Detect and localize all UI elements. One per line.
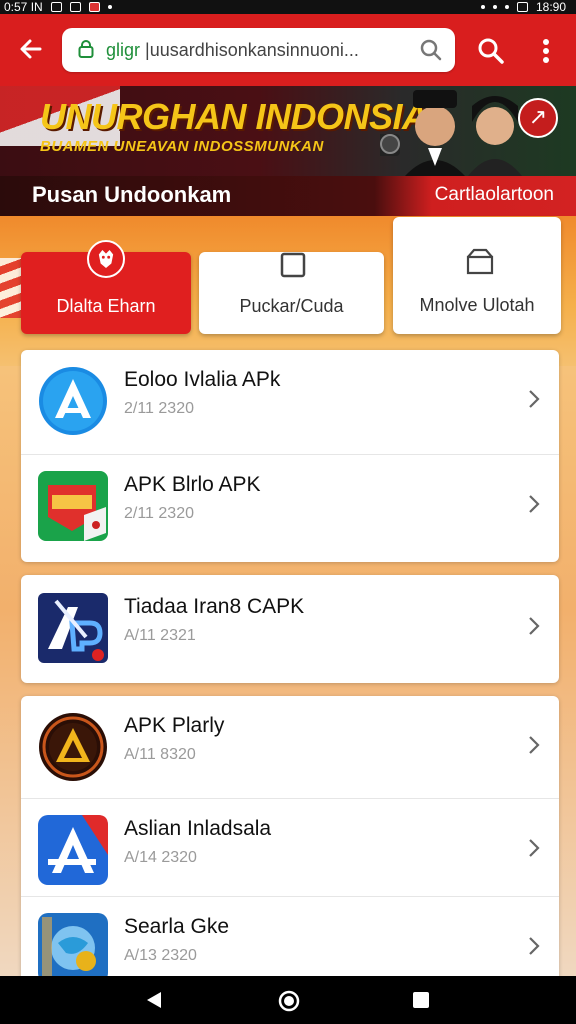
app-notification-icon: [88, 2, 100, 12]
square-icon: [280, 252, 306, 278]
app-list-item[interactable]: Eoloo Ivlalia APk 2/11 2320: [21, 350, 559, 450]
navy-ap-icon: [38, 593, 108, 663]
tab-puckar-cuda[interactable]: Puckar/Cuda: [199, 252, 384, 334]
chevron-right-icon: [529, 390, 540, 408]
url-text: gligr |uusardhisonkansinnuoni...: [106, 28, 409, 72]
app-name: Searla Gke: [124, 915, 230, 938]
tab-label: Puckar/Cuda: [239, 296, 344, 316]
battery-icon: [516, 2, 528, 12]
nav-home-icon[interactable]: [278, 990, 300, 1012]
status-bar: 0:57 IN 18:90: [0, 0, 576, 14]
app-list-item[interactable]: Aslian Inladsala A/14 2320: [21, 798, 559, 898]
back-arrow-icon[interactable]: [18, 36, 44, 62]
app-list-item[interactable]: APK Blrlo APK 2/11 2320: [21, 454, 559, 554]
chevron-right-icon: [529, 736, 540, 754]
app-name: Aslian Inladsala: [124, 817, 272, 840]
app-list-item[interactable]: Tiadaa Iran8 CAPK A/11 2321: [21, 577, 559, 677]
app-list-card: Tiadaa Iran8 CAPK A/11 2321: [21, 575, 559, 683]
app-list-item[interactable]: APK Plarly A/11 8320: [21, 696, 559, 796]
banner-headline: UNURGHAN INDONSIA: [40, 96, 428, 137]
app-date: A/13 2320: [124, 947, 197, 964]
tab-label: Mnolve Ulotah: [419, 295, 535, 315]
app-name: APK Plarly: [124, 714, 225, 737]
app-name: Tiadaa Iran8 CAPK: [124, 595, 305, 618]
tab-dlalta-eharn[interactable]: Dlalta Eharn: [21, 240, 191, 334]
chevron-right-icon: [529, 495, 540, 513]
chevron-right-icon: [529, 839, 540, 857]
box-icon: [466, 248, 494, 275]
wifi-icon: [504, 5, 509, 9]
lock-icon: [78, 40, 94, 58]
status-clock: 18:90: [535, 0, 566, 14]
app-list-item[interactable]: Searla Gke A/13 2320: [21, 896, 559, 986]
app-list-card: Eoloo Ivlalia APk 2/11 2320 APK Blrlo AP…: [21, 350, 559, 562]
green-red-tile-icon: [38, 471, 108, 541]
banner-link[interactable]: Cartlaolartoon: [435, 184, 554, 206]
flag-stripe-decoration: [0, 258, 22, 318]
address-bar[interactable]: gligr |uusardhisonkansinnuoni...: [62, 28, 455, 72]
more-vert-icon[interactable]: [534, 36, 558, 66]
nav-recents-icon[interactable]: [412, 991, 430, 1009]
banner-caption-bar: Pusan Undoonkam Cartlaolartoon: [0, 176, 576, 216]
location-icon: [480, 5, 485, 9]
url-search-icon[interactable]: [419, 38, 443, 62]
blue-a-circle-icon: [39, 367, 107, 435]
app-name: APK Blrlo APK: [124, 473, 261, 496]
app-date: A/14 2320: [124, 849, 197, 866]
banner-caption: Pusan Undoonkam: [32, 182, 232, 207]
app-date: A/11 2321: [124, 627, 196, 644]
nav-back-icon[interactable]: [144, 990, 164, 1010]
app-date: 2/11 2320: [124, 400, 194, 417]
url-domain: gligr: [106, 40, 141, 60]
gallery-icon: [69, 2, 81, 12]
blue-globe-icon: [38, 913, 108, 983]
app-name: Eoloo Ivlalia APk: [124, 368, 281, 391]
banner-people-image: [380, 90, 522, 176]
lion-emblem-icon: [87, 240, 125, 278]
vibrate-icon: [492, 5, 497, 9]
search-icon[interactable]: [476, 36, 506, 66]
chevron-right-icon: [529, 937, 540, 955]
status-time: 0:57 IN: [4, 0, 43, 14]
system-nav-bar: [0, 976, 576, 1024]
tab-label: Dlalta Eharn: [56, 296, 156, 316]
banner-subline: BUAMEN UNEAVAN INDOSSMUNKAN: [40, 138, 324, 155]
promo-banner[interactable]: UNURGHAN INDONSIA BUAMEN UNEAVAN INDOSSM…: [0, 86, 576, 216]
blue-red-a-icon: [38, 815, 108, 885]
url-path: |uusardhisonkansinnuoni...: [145, 40, 359, 60]
tab-mnolve-ulotah[interactable]: Mnolve Ulotah: [393, 217, 561, 334]
banner-next-icon[interactable]: ↗: [518, 98, 558, 138]
browser-toolbar: gligr |uusardhisonkansinnuoni...: [0, 14, 576, 86]
chevron-right-icon: [529, 617, 540, 635]
app-list-card: APK Plarly A/11 8320 Aslian Inladsala A/…: [21, 696, 559, 986]
app-date: 2/11 2320: [124, 505, 194, 522]
app-date: A/11 8320: [124, 746, 196, 763]
notification-icon: [50, 2, 62, 12]
more-notifications-icon: [107, 5, 112, 9]
gold-a-medallion-icon: [39, 713, 107, 781]
